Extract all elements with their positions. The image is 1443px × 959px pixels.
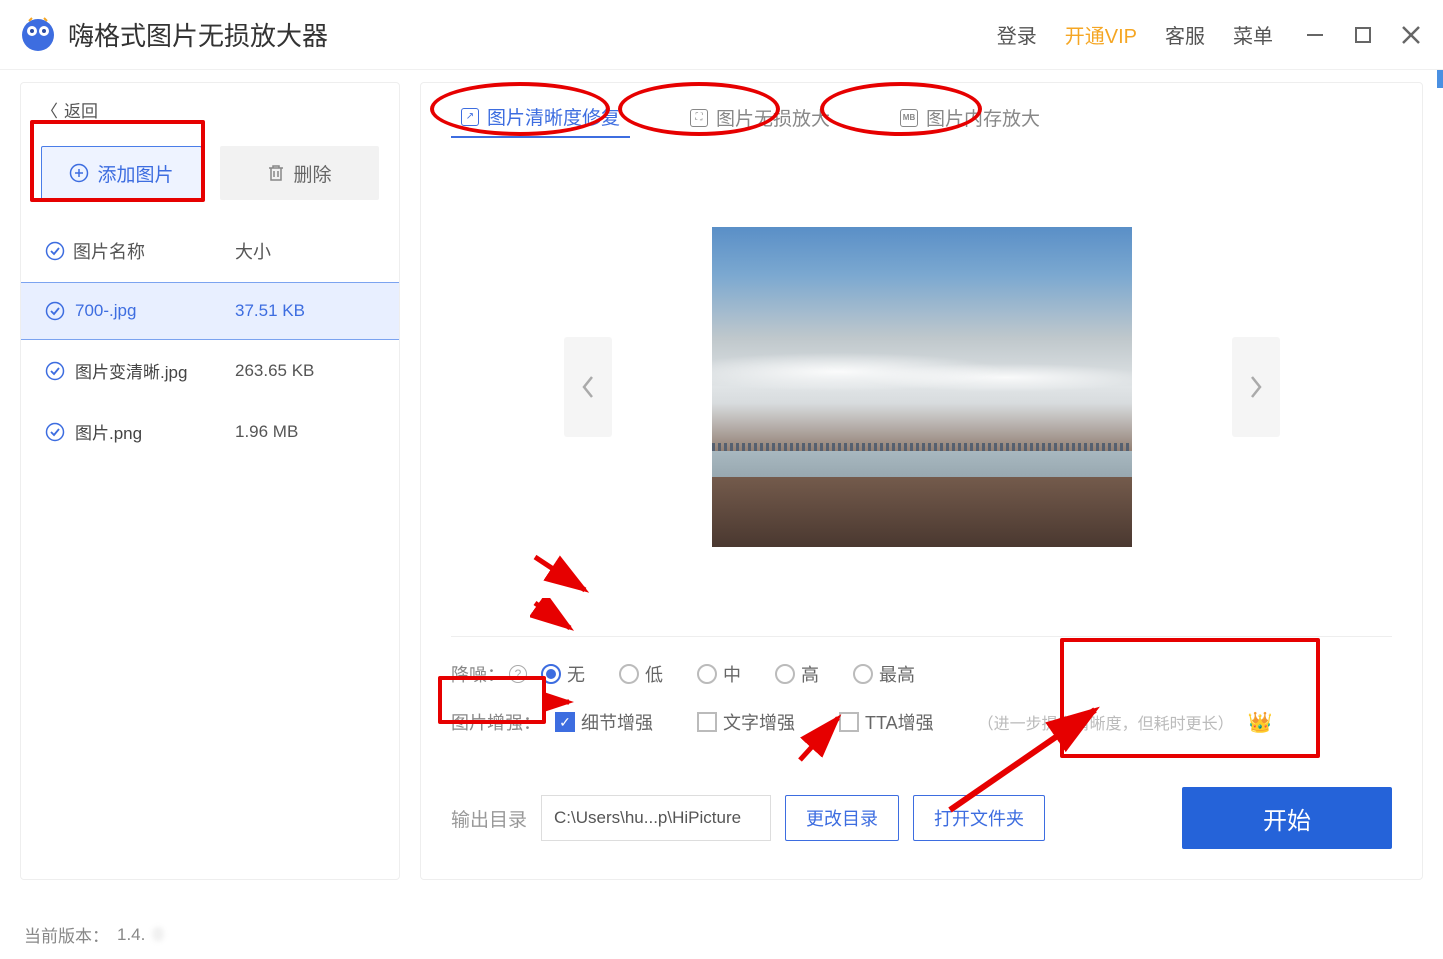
file-list: 700-.jpg 37.51 KB 图片变清晰.jpg 263.65 KB 图片…: [21, 282, 399, 462]
file-row[interactable]: 700-.jpg 37.51 KB: [21, 282, 399, 340]
version-number: 1.4.: [117, 925, 145, 945]
app-title: 嗨格式图片无损放大器: [68, 16, 997, 53]
radio-label: 低: [645, 661, 663, 687]
scrollbar-edge: [1437, 70, 1443, 959]
chevron-right-icon: [1248, 373, 1264, 401]
checkbox-label: TTA增强: [865, 709, 934, 735]
vip-link[interactable]: 开通VIP: [1065, 20, 1137, 49]
plus-circle-icon: [69, 163, 89, 183]
back-link[interactable]: 〈 返回: [21, 83, 399, 136]
tab-clarity-repair[interactable]: ↗ 图片清晰度修复: [451, 97, 630, 138]
file-name: 图片.png: [75, 419, 142, 444]
clarity-icon: ↗: [461, 108, 479, 126]
add-image-label: 添加图片: [97, 160, 173, 187]
change-dir-button[interactable]: 更改目录: [785, 795, 899, 841]
support-link[interactable]: 客服: [1165, 20, 1205, 49]
denoise-label: 降噪： ?: [451, 661, 527, 687]
enhance-text-checkbox[interactable]: 文字增强: [697, 709, 795, 735]
tab-lossless-enlarge[interactable]: ⛶ 图片无损放大: [680, 97, 840, 138]
denoise-option-mid[interactable]: 中: [697, 661, 741, 687]
file-name: 700-.jpg: [75, 301, 136, 321]
trash-icon: [267, 163, 285, 183]
tab-label: 图片无损放大: [716, 104, 830, 131]
header-name-label: 图片名称: [73, 238, 145, 264]
denoise-option-max[interactable]: 最高: [853, 661, 915, 687]
check-circle-icon: [45, 301, 65, 321]
minimize-button[interactable]: [1303, 23, 1327, 47]
file-list-header: 图片名称 大小: [21, 220, 399, 282]
help-icon[interactable]: ?: [509, 665, 527, 683]
enhance-hint: （进一步提升清晰度，但耗时更长）: [978, 710, 1234, 734]
radio-label: 中: [723, 661, 741, 687]
file-size: 1.96 MB: [235, 422, 298, 442]
radio-label: 最高: [879, 661, 915, 687]
tabs: ↗ 图片清晰度修复 ⛶ 图片无损放大 MB 图片内存放大: [451, 97, 1392, 148]
sidebar: 〈 返回 添加图片 删除 图片名称 大小 700-.jp: [20, 82, 400, 880]
check-circle-icon: [45, 361, 65, 381]
window-controls: [1303, 23, 1423, 47]
memory-icon: MB: [900, 109, 918, 127]
checkbox-label: 细节增强: [581, 709, 653, 735]
next-image-button[interactable]: [1232, 337, 1280, 437]
chevron-left-icon: [580, 373, 596, 401]
maximize-button[interactable]: [1351, 23, 1375, 47]
login-link[interactable]: 登录: [997, 20, 1037, 49]
file-size: 37.51 KB: [235, 301, 305, 321]
start-button[interactable]: 开始: [1182, 787, 1392, 849]
preview-area: [451, 148, 1392, 626]
enhance-detail-checkbox[interactable]: ✓细节增强: [555, 709, 653, 735]
menu-link[interactable]: 菜单: [1233, 20, 1273, 49]
output-row: 输出目录 C:\Users\hu...p\HiPicture 更改目录 打开文件…: [451, 787, 1392, 849]
check-circle-icon: [45, 422, 65, 442]
denoise-option-low[interactable]: 低: [619, 661, 663, 687]
output-label: 输出目录: [451, 805, 527, 832]
tab-label: 图片清晰度修复: [487, 103, 620, 130]
header-size-label: 大小: [235, 238, 271, 264]
add-image-button[interactable]: 添加图片: [41, 146, 202, 200]
content-panel: ↗ 图片清晰度修复 ⛶ 图片无损放大 MB 图片内存放大: [420, 82, 1423, 880]
delete-button[interactable]: 删除: [220, 146, 379, 200]
header-name-col: 图片名称: [45, 238, 235, 264]
check-circle-icon: [45, 241, 65, 261]
chevron-left-icon: 〈: [41, 97, 58, 122]
enlarge-icon: ⛶: [690, 109, 708, 127]
file-size: 263.65 KB: [235, 361, 314, 381]
enhance-row: 图片增强： ✓细节增强 文字增强 TTA增强 （进一步提升清晰度，但耗时更长） …: [451, 709, 1392, 735]
denoise-option-none[interactable]: 无: [541, 661, 585, 687]
titlebar: 嗨格式图片无损放大器 登录 开通VIP 客服 菜单: [0, 0, 1443, 70]
file-name: 图片变清晰.jpg: [75, 358, 187, 383]
version-blur: 0: [153, 925, 162, 945]
crown-icon: 👑: [1248, 710, 1273, 735]
denoise-option-high[interactable]: 高: [775, 661, 819, 687]
nav-links: 登录 开通VIP 客服 菜单: [997, 20, 1273, 49]
tab-memory-enlarge[interactable]: MB 图片内存放大: [890, 97, 1050, 138]
delete-label: 删除: [293, 160, 331, 187]
prev-image-button[interactable]: [564, 337, 612, 437]
main-area: 〈 返回 添加图片 删除 图片名称 大小 700-.jp: [0, 70, 1443, 880]
output-path-field[interactable]: C:\Users\hu...p\HiPicture: [541, 795, 771, 841]
app-logo-icon: [20, 17, 56, 53]
sidebar-actions: 添加图片 删除: [21, 136, 399, 220]
image-preview: [712, 227, 1132, 547]
close-button[interactable]: [1399, 23, 1423, 47]
radio-label: 无: [567, 661, 585, 687]
denoise-row: 降噪： ? 无 低 中 高 最高: [451, 661, 1392, 687]
divider: [451, 636, 1392, 637]
enhance-label: 图片增强：: [451, 709, 541, 735]
checkbox-label: 文字增强: [723, 709, 795, 735]
footer: 当前版本： 1.4. 0: [24, 922, 163, 947]
tab-label: 图片内存放大: [926, 104, 1040, 131]
open-folder-button[interactable]: 打开文件夹: [913, 795, 1045, 841]
file-row[interactable]: 图片变清晰.jpg 263.65 KB: [21, 340, 399, 401]
version-label: 当前版本：: [24, 922, 109, 947]
enhance-tta-checkbox[interactable]: TTA增强: [839, 709, 934, 735]
file-row[interactable]: 图片.png 1.96 MB: [21, 401, 399, 462]
back-label: 返回: [64, 97, 98, 122]
radio-label: 高: [801, 661, 819, 687]
